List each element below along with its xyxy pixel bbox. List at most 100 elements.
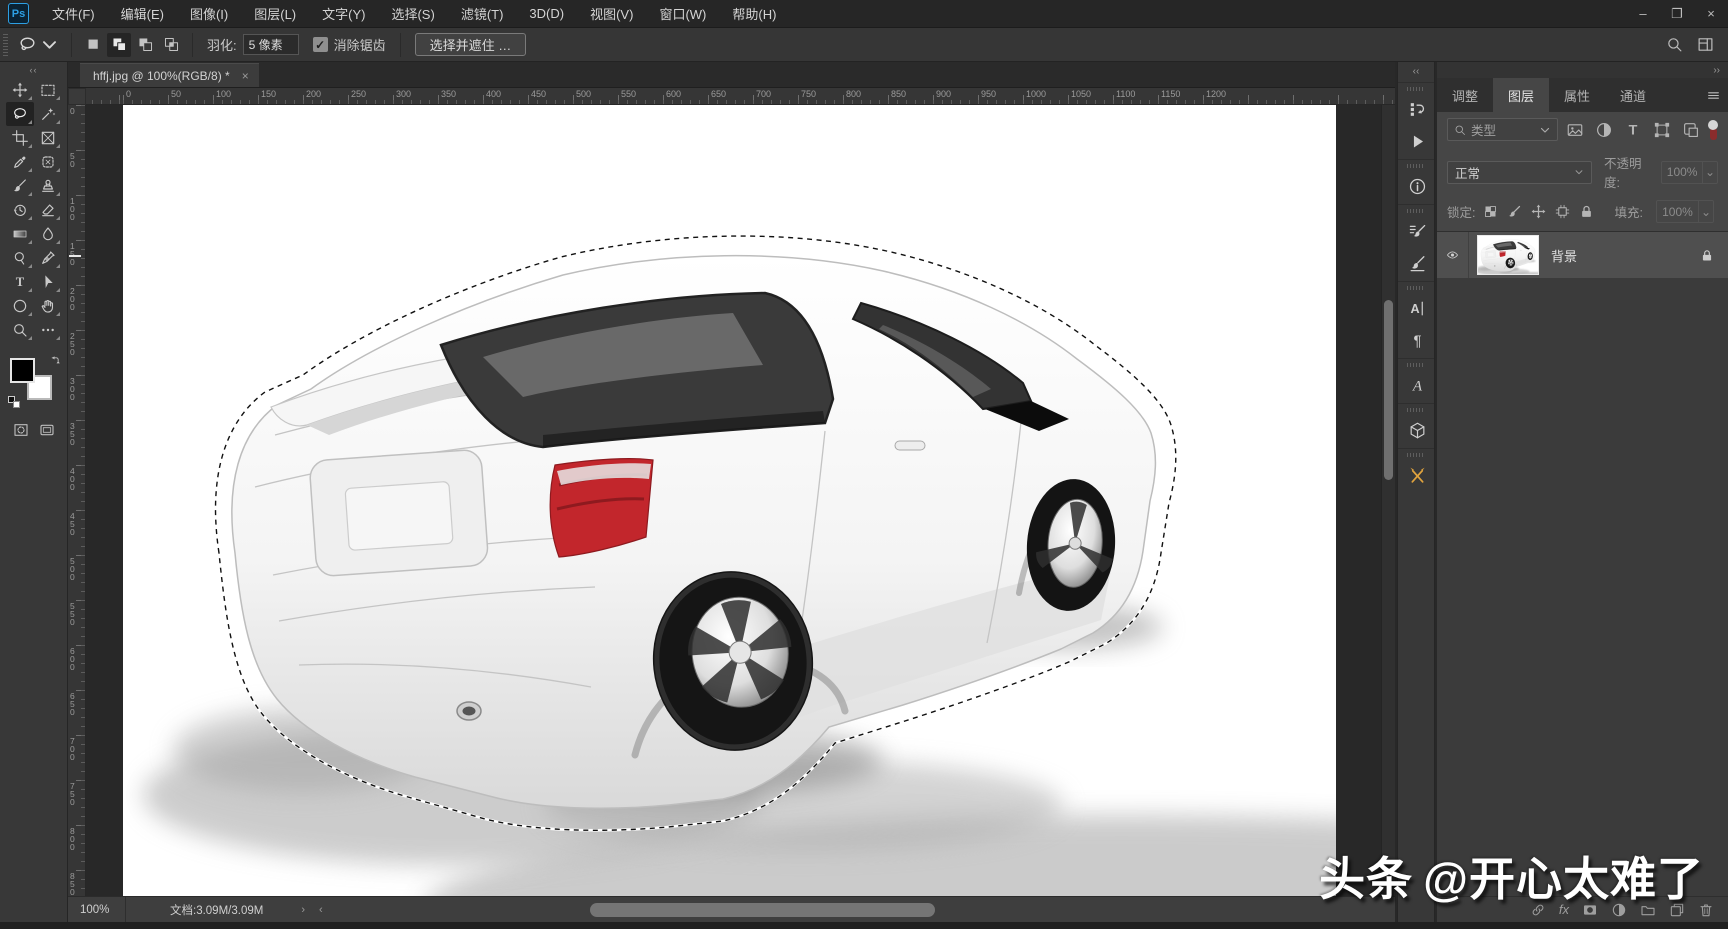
pen-tool[interactable]	[34, 246, 62, 270]
tab-调整[interactable]: 调整	[1437, 78, 1493, 112]
smartobject-filter-icon[interactable]	[1681, 121, 1701, 139]
shape-tool[interactable]	[6, 294, 34, 318]
vertical-scrollbar-thumb[interactable]	[1384, 300, 1393, 480]
menu-item-6[interactable]: 滤镜(T)	[448, 0, 517, 27]
ruler-vertical[interactable]: 0501001502002503003504004505005506006507…	[68, 105, 86, 896]
panel-menu-icon[interactable]	[1698, 78, 1728, 112]
current-tool-button[interactable]	[14, 35, 63, 54]
more-tool[interactable]	[34, 318, 62, 342]
blend-mode-select[interactable]: 正常	[1447, 161, 1592, 184]
tab-属性[interactable]: 属性	[1549, 78, 1605, 112]
history-brush-tool[interactable]	[6, 198, 34, 222]
fill-field[interactable]: 100% ⌄	[1656, 200, 1714, 223]
panel-button-brush-settings[interactable]	[1398, 215, 1436, 247]
add-selection-button[interactable]	[107, 33, 131, 57]
dock-collapse-chevron[interactable]: ››	[1437, 62, 1728, 78]
panel-group-grip[interactable]	[1407, 164, 1425, 168]
layer-filter-toggle[interactable]	[1708, 120, 1718, 140]
default-colors-icon[interactable]	[8, 396, 20, 408]
pixel-filter-icon[interactable]	[1565, 121, 1585, 139]
antialias-checkbox[interactable]: ✓	[313, 37, 328, 52]
menu-item-8[interactable]: 视图(V)	[577, 0, 646, 27]
panel-group-grip[interactable]	[1407, 363, 1425, 367]
brush-tool[interactable]	[6, 174, 34, 198]
workspace-icon[interactable]	[1697, 36, 1714, 53]
hand-tool[interactable]	[34, 294, 62, 318]
panel-button-glyphs[interactable]: A	[1398, 369, 1436, 401]
magic-wand-tool[interactable]	[34, 102, 62, 126]
type-filter-icon[interactable]: T	[1623, 121, 1643, 139]
horizontal-scrollbar-thumb[interactable]	[590, 903, 935, 917]
menu-item-5[interactable]: 选择(S)	[378, 0, 447, 27]
menu-item-0[interactable]: 文件(F)	[39, 0, 108, 27]
layer-name[interactable]: 背景	[1551, 246, 1700, 265]
menu-item-7[interactable]: 3D(D)	[516, 0, 577, 27]
adjustment-filter-icon[interactable]	[1594, 121, 1614, 139]
tab-图层[interactable]: 图层	[1493, 78, 1549, 112]
layer-row-background[interactable]: 背景	[1437, 232, 1728, 278]
panel-group-grip[interactable]	[1407, 453, 1425, 457]
status-expand-icon[interactable]: ›	[301, 904, 305, 916]
zoom-level-field[interactable]: 100%	[68, 897, 126, 922]
marquee-tool[interactable]	[34, 78, 62, 102]
opacity-field[interactable]: 100% ⌄	[1661, 161, 1718, 184]
panel-button-paragraph[interactable]: ¶	[1398, 324, 1436, 356]
clone-stamp-tool[interactable]	[34, 174, 62, 198]
eraser-tool[interactable]	[34, 198, 62, 222]
panel-button-character[interactable]: A	[1398, 292, 1436, 324]
panel-group-grip[interactable]	[1407, 87, 1425, 91]
menu-item-9[interactable]: 窗口(W)	[646, 0, 719, 27]
dodge-tool[interactable]	[6, 246, 34, 270]
menu-item-3[interactable]: 图层(L)	[241, 0, 309, 27]
layer-thumbnail[interactable]	[1477, 235, 1539, 275]
menu-item-2[interactable]: 图像(I)	[177, 0, 241, 27]
ruler-corner[interactable]	[68, 88, 86, 105]
panel-group-grip[interactable]	[1407, 209, 1425, 213]
healing-tool[interactable]	[34, 150, 62, 174]
panel-button-tool-presets[interactable]	[1398, 459, 1436, 491]
menu-item-1[interactable]: 编辑(E)	[108, 0, 177, 27]
quick-mask-icon[interactable]	[12, 422, 30, 438]
panel-button-brushes[interactable]	[1398, 247, 1436, 279]
close-button[interactable]: ×	[1694, 0, 1728, 27]
document-size-status[interactable]: 文档:3.09M/3.09M	[170, 902, 263, 918]
eyedropper-tool[interactable]	[6, 150, 34, 174]
new-selection-button[interactable]	[81, 33, 105, 57]
tab-通道[interactable]: 通道	[1605, 78, 1661, 112]
path-select-tool[interactable]	[34, 270, 62, 294]
screen-mode-icon[interactable]	[38, 422, 56, 438]
panel-button-history[interactable]	[1398, 93, 1436, 125]
menu-item-4[interactable]: 文字(Y)	[309, 0, 378, 27]
panel-button-actions[interactable]	[1398, 125, 1436, 157]
lock-paint-icon[interactable]	[1507, 204, 1522, 219]
canvas-document[interactable]	[123, 105, 1336, 896]
scroll-left-arrow-icon[interactable]: ‹	[319, 904, 323, 916]
foreground-color-chip[interactable]	[10, 358, 35, 383]
expand-panels-chevron[interactable]: ‹‹	[1398, 62, 1434, 80]
minimize-button[interactable]: –	[1626, 0, 1660, 27]
panel-group-grip[interactable]	[1407, 408, 1425, 412]
panel-group-grip[interactable]	[1407, 286, 1425, 290]
filter-type-select[interactable]: 类型	[1447, 118, 1558, 141]
lasso-tool[interactable]	[6, 102, 34, 126]
layer-visibility-toggle[interactable]	[1437, 232, 1469, 278]
tab-close-icon[interactable]: ×	[242, 69, 249, 83]
lock-artboard-icon[interactable]	[1555, 204, 1570, 219]
document-tab[interactable]: hffj.jpg @ 100%(RGB/8) * ×	[80, 63, 259, 87]
feather-input[interactable]	[243, 34, 299, 55]
panel-button-info[interactable]	[1398, 170, 1436, 202]
menu-item-10[interactable]: 帮助(H)	[719, 0, 789, 27]
gradient-tool[interactable]	[6, 222, 34, 246]
shape-filter-icon[interactable]	[1652, 121, 1672, 139]
panel-button-threed[interactable]	[1398, 414, 1436, 446]
intersect-selection-button[interactable]	[159, 33, 183, 57]
zoom-tool[interactable]	[6, 318, 34, 342]
select-and-mask-button[interactable]: 选择并遮住 …	[415, 33, 527, 56]
crop-tool[interactable]	[6, 126, 34, 150]
type-tool[interactable]: T	[6, 270, 34, 294]
maximize-button[interactable]: ❐	[1660, 0, 1694, 27]
canvas-viewport[interactable]	[86, 105, 1381, 896]
frame-tool[interactable]	[34, 126, 62, 150]
search-icon[interactable]	[1666, 36, 1683, 53]
lock-all-icon[interactable]	[1579, 204, 1594, 219]
